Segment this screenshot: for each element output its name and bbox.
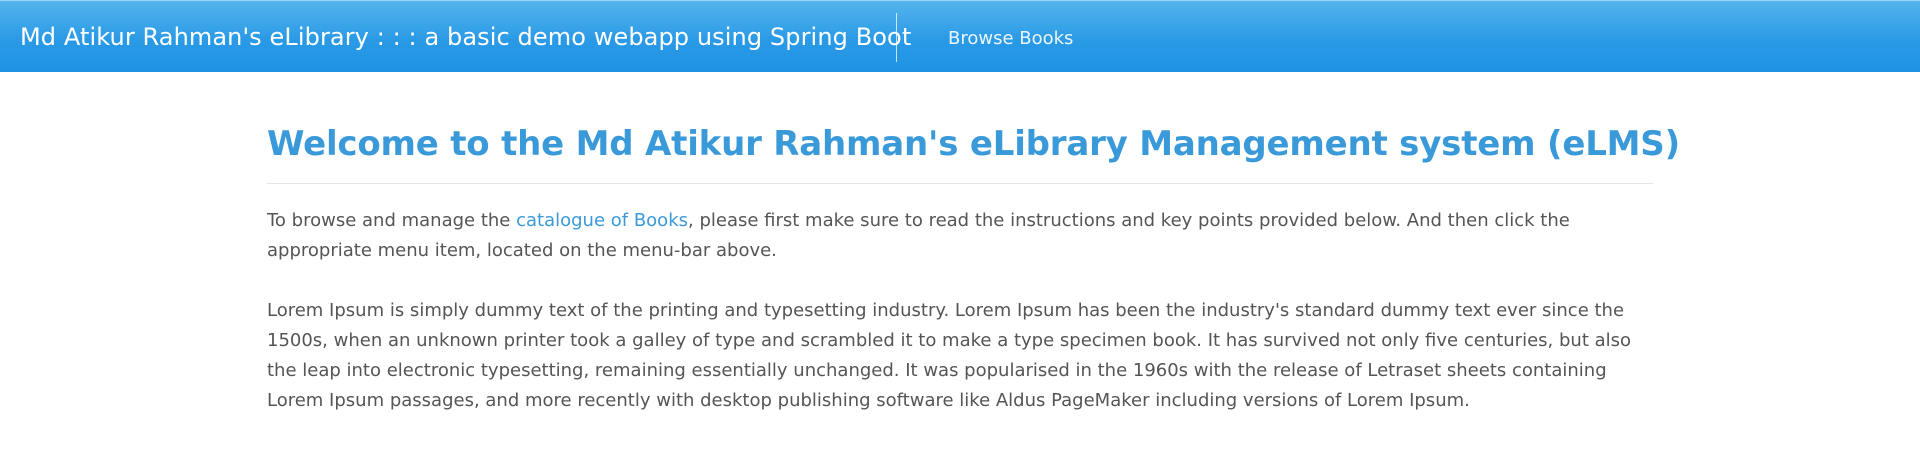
navbar-divider <box>896 13 897 62</box>
lorem-paragraph: Lorem Ipsum is simply dummy text of the … <box>267 300 1632 411</box>
catalogue-of-books-link[interactable]: catalogue of Books <box>516 210 688 231</box>
title-divider <box>267 183 1653 184</box>
page-title: Welcome to the Md Atikur Rahman's eLibra… <box>267 124 1680 164</box>
top-navbar: Md Atikur Rahman's eLibrary : : : a basi… <box>0 0 1920 72</box>
intro-text-before-link: To browse and manage the <box>267 210 517 231</box>
intro-paragraph: To browse and manage the catalogue of Bo… <box>267 206 1653 266</box>
navbar-brand[interactable]: Md Atikur Rahman's eLibrary : : : a basi… <box>20 1 911 73</box>
nav-link-browse-books[interactable]: Browse Books <box>948 1 1073 73</box>
